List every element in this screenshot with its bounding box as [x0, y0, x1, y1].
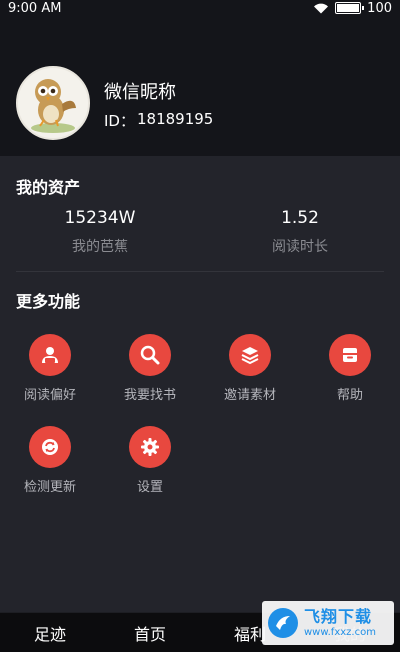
status-indicators: 100 — [313, 1, 392, 16]
status-time: 9:00 AM — [8, 0, 62, 16]
asset-bananas[interactable]: 15234W 我的芭蕉 — [0, 208, 200, 268]
watermark-logo-icon — [268, 608, 298, 638]
feature-label: 阅读偏好 — [23, 388, 76, 403]
asset-label: 我的芭蕉 — [72, 239, 128, 255]
watermark-sub: www.fxxz.com — [304, 626, 376, 638]
user-id-label: ID： — [104, 112, 135, 130]
status-bar: 9:00 AM 100 — [0, 0, 400, 16]
asset-reading-time[interactable]: 1.52 阅读时长 — [200, 208, 400, 268]
asset-value: 15234W — [64, 208, 136, 228]
divider — [16, 271, 384, 272]
gear-icon — [129, 426, 171, 468]
watermark-text: 飞翔下载 www.fxxz.com — [304, 606, 376, 638]
profile-header: 微信昵称 ID： 18189195 — [0, 16, 400, 156]
layers-icon — [229, 334, 271, 376]
main-panel: 我的资产 15234W 我的芭蕉 1.52 阅读时长 更多功能 阅读偏好 我要找… — [0, 156, 400, 612]
watermark: 飞翔下载 www.fxxz.com — [262, 601, 394, 645]
battery-icon — [335, 2, 365, 14]
assets-title: 我的资产 — [16, 178, 81, 197]
reader-icon — [29, 334, 71, 376]
refresh-icon — [29, 426, 71, 468]
feature-check-update[interactable]: 检测更新 — [0, 426, 100, 495]
wifi-icon — [314, 3, 329, 14]
feature-find-book[interactable]: 我要找书 — [100, 334, 200, 403]
assets-row: 15234W 我的芭蕉 1.52 阅读时长 — [0, 208, 400, 268]
watermark-main: 飞翔下载 — [304, 606, 373, 626]
nickname: 微信昵称 — [104, 82, 176, 103]
avatar[interactable] — [16, 66, 90, 140]
nav-item-home[interactable]: 首页 — [100, 621, 200, 645]
feature-label: 检测更新 — [23, 480, 76, 495]
feature-help[interactable]: 帮助 — [300, 334, 400, 403]
feature-reading-preference[interactable]: 阅读偏好 — [0, 334, 100, 403]
feature-label: 我要找书 — [123, 388, 176, 403]
asset-value: 1.52 — [281, 208, 319, 228]
feature-settings[interactable]: 设置 — [100, 426, 200, 495]
feature-label: 邀请素材 — [223, 388, 276, 403]
feature-invite-materials[interactable]: 邀请素材 — [200, 334, 300, 403]
feature-label: 帮助 — [336, 388, 363, 403]
asset-label: 阅读时长 — [272, 239, 328, 255]
help-box-icon — [329, 334, 371, 376]
nav-item-footprints[interactable]: 足迹 — [0, 621, 100, 645]
search-icon — [129, 334, 171, 376]
battery-level: 100 — [367, 0, 392, 16]
feature-label: 设置 — [136, 480, 163, 495]
features-title: 更多功能 — [16, 292, 81, 311]
user-id: ID： 18189195 — [104, 110, 213, 131]
owl-avatar-icon — [31, 79, 76, 133]
user-id-value: 18189195 — [136, 110, 214, 128]
